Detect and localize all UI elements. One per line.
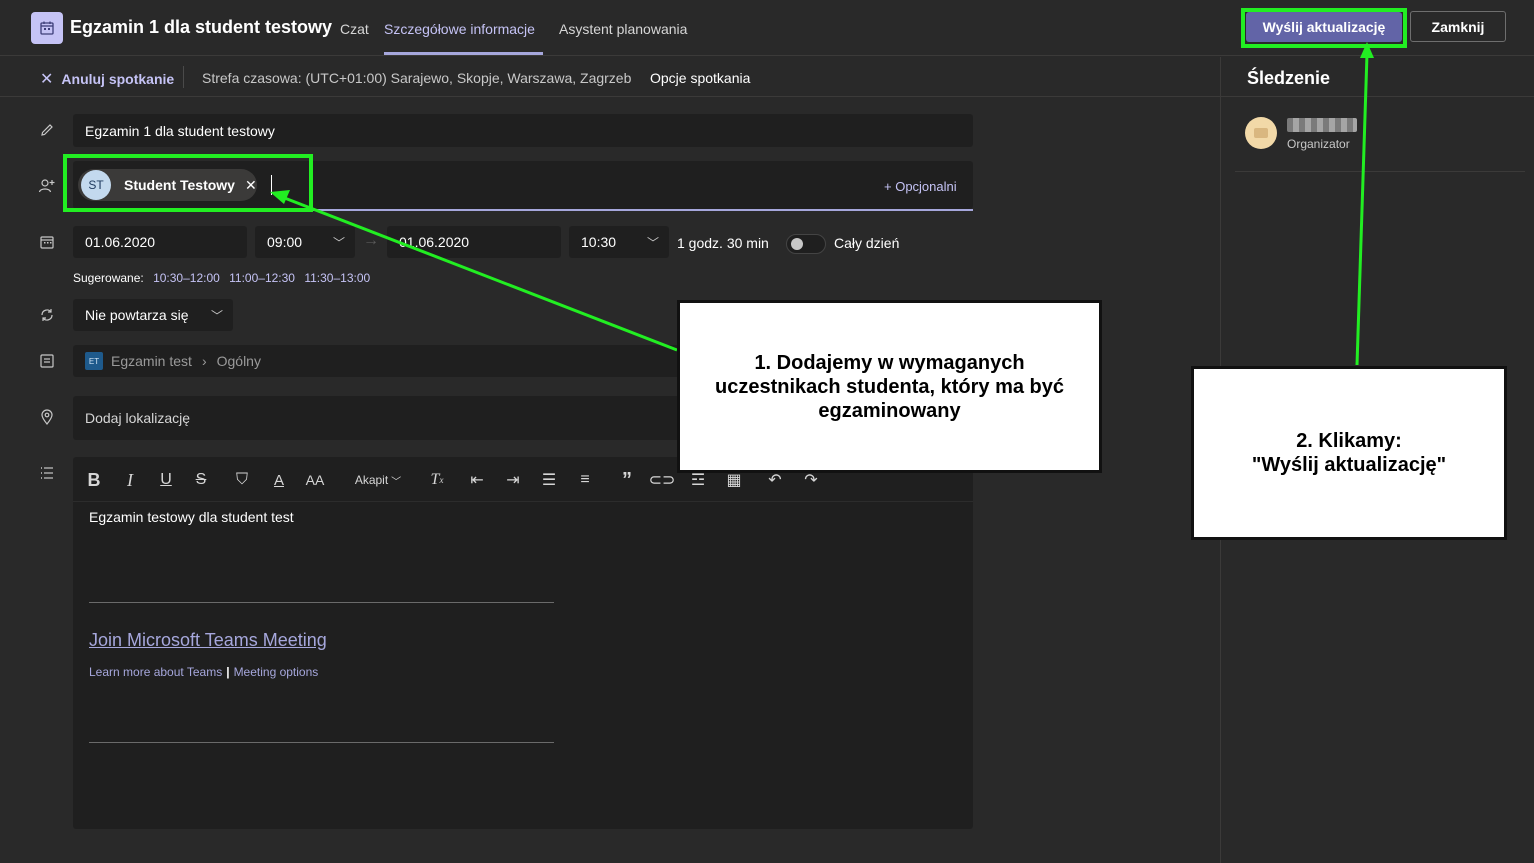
duration-label: 1 godz. 30 min <box>677 235 769 251</box>
callout-1-line-1: 1. Dodajemy w wymaganych <box>754 351 1025 374</box>
recurrence-select[interactable]: Nie powtarza się ﹀ <box>73 299 233 331</box>
optional-attendees-link[interactable]: + Opcjonalni <box>884 179 957 194</box>
decrease-indent-icon[interactable]: ⇤ <box>468 469 486 491</box>
separator: | <box>226 665 230 679</box>
end-date-input[interactable]: 01.06.2020 <box>387 226 561 258</box>
underline-icon[interactable]: U <box>157 469 175 491</box>
numbered-list-icon[interactable]: ≡ <box>576 469 594 491</box>
pencil-icon <box>38 121 56 139</box>
meeting-options-link[interactable]: Opcje spotkania <box>650 70 750 86</box>
callout-1-line-3: egzaminowany <box>818 399 961 422</box>
paragraph-style-label: Akapit <box>354 473 389 487</box>
calendar-icon <box>38 233 56 251</box>
tracking-title: Śledzenie <box>1247 68 1331 88</box>
description-editor[interactable]: B I U S ⛉ A AA Akapit ﹀ Tx ⇤ ⇥ ☰ ≡ ” ⊂⊃ … <box>73 457 973 829</box>
start-time-select[interactable]: 09:00 ﹀ <box>255 226 355 258</box>
channel-name: Ogólny <box>216 353 261 369</box>
organizer-name-blurred <box>1287 118 1357 132</box>
join-meeting-link[interactable]: Join Microsoft Teams Meeting <box>89 630 327 651</box>
description-icon <box>38 464 56 482</box>
suggested-slot[interactable]: 11:30–13:00 <box>304 271 370 285</box>
divider <box>1221 96 1534 97</box>
suggested-label: Sugerowane: <box>73 271 144 285</box>
end-time-value: 10:30 <box>581 234 617 250</box>
chevron-down-icon: ﹀ <box>646 235 659 250</box>
location-pin-icon <box>38 408 56 426</box>
active-tab-indicator <box>384 52 543 55</box>
cancel-meeting-label: Anuluj spotkanie <box>61 71 175 87</box>
chevron-down-icon: ﹀ <box>332 235 345 250</box>
repeat-icon <box>38 306 56 324</box>
highlight-attendee <box>63 154 313 212</box>
description-text: Egzamin testowy dla student test <box>89 509 294 525</box>
divider <box>89 602 554 603</box>
italic-icon[interactable]: I <box>121 469 139 491</box>
callout-step-1: 1. Dodajemy w wymaganych uczestnikach st… <box>677 300 1102 473</box>
all-day-toggle[interactable] <box>786 234 826 254</box>
divider <box>89 742 554 743</box>
end-time-select[interactable]: 10:30 ﹀ <box>569 226 669 258</box>
divider <box>183 66 184 88</box>
meeting-options-link[interactable]: Meeting options <box>234 665 319 679</box>
team-icon: ET <box>85 352 103 370</box>
close-icon: ✕ <box>40 71 54 88</box>
recurrence-value: Nie powtarza się <box>85 307 189 323</box>
chevron-down-icon: ﹀ <box>210 308 223 323</box>
learn-more-link[interactable]: Learn more about Teams <box>89 665 222 679</box>
meeting-title: Egzamin 1 dla student testowy <box>70 17 333 37</box>
paragraph-style-select[interactable]: Akapit ﹀ <box>351 469 405 491</box>
font-size-icon[interactable]: AA <box>305 469 325 491</box>
chevron-right-icon: › <box>201 353 207 369</box>
bold-icon[interactable]: B <box>85 469 103 491</box>
divider <box>1235 171 1525 172</box>
organizer-role: Organizator <box>1287 137 1350 151</box>
start-date-input[interactable]: 01.06.2020 <box>73 226 247 258</box>
team-name: Egzamin test <box>111 353 192 369</box>
strikethrough-icon[interactable]: S <box>192 469 210 491</box>
close-button[interactable]: Zamknij <box>1410 11 1506 42</box>
quote-icon[interactable]: ” <box>618 469 636 491</box>
clear-formatting-icon[interactable]: Tx <box>427 469 447 491</box>
all-day-label: Cały dzień <box>834 235 900 251</box>
font-color-icon[interactable]: A <box>270 469 288 491</box>
meeting-links: Learn more about Teams | Meeting options <box>89 665 318 679</box>
callout-step-2: 2. Klikamy: "Wyślij aktualizację" <box>1191 366 1507 540</box>
arrow-right-icon: → <box>363 232 379 249</box>
tab-details[interactable]: Szczegółowe informacje <box>384 21 535 37</box>
timezone-selector[interactable]: Strefa czasowa: (UTC+01:00) Sarajewo, Sk… <box>202 70 631 86</box>
avatar <box>1245 117 1277 149</box>
start-time-value: 09:00 <box>267 234 303 250</box>
callout-2-line-1: 2. Klikamy: <box>1296 430 1402 452</box>
suggested-times: Sugerowane: 10:30–12:00 11:00–12:30 11:3… <box>73 271 370 285</box>
tab-scheduling-assistant[interactable]: Asystent planowania <box>559 21 687 37</box>
add-person-icon <box>38 177 56 195</box>
meeting-actions-bar: ✕ Anuluj spotkanie Strefa czasowa: (UTC+… <box>0 57 1220 97</box>
highlight-icon[interactable]: ⛉ <box>233 469 251 491</box>
suggested-slot[interactable]: 10:30–12:00 <box>153 271 220 285</box>
cancel-meeting-button[interactable]: ✕ Anuluj spotkanie <box>40 69 174 89</box>
title-input[interactable]: Egzamin 1 dla student testowy <box>73 114 973 147</box>
callout-1-line-2: uczestnikach studenta, który ma być <box>714 375 1064 398</box>
calendar-app-icon <box>31 12 63 44</box>
highlight-send-update <box>1241 8 1407 48</box>
tab-chat[interactable]: Czat <box>340 21 369 37</box>
callout-2-line-2: "Wyślij aktualizację" <box>1251 454 1447 476</box>
chevron-down-icon: ﹀ <box>391 476 402 488</box>
suggested-slot[interactable]: 11:00–12:30 <box>229 271 295 285</box>
toolbar-divider <box>73 501 973 502</box>
link-icon[interactable]: ⊂⊃ <box>649 469 676 491</box>
increase-indent-icon[interactable]: ⇥ <box>504 469 522 491</box>
channel-icon <box>38 352 56 370</box>
bullet-list-icon[interactable]: ☰ <box>540 469 558 491</box>
